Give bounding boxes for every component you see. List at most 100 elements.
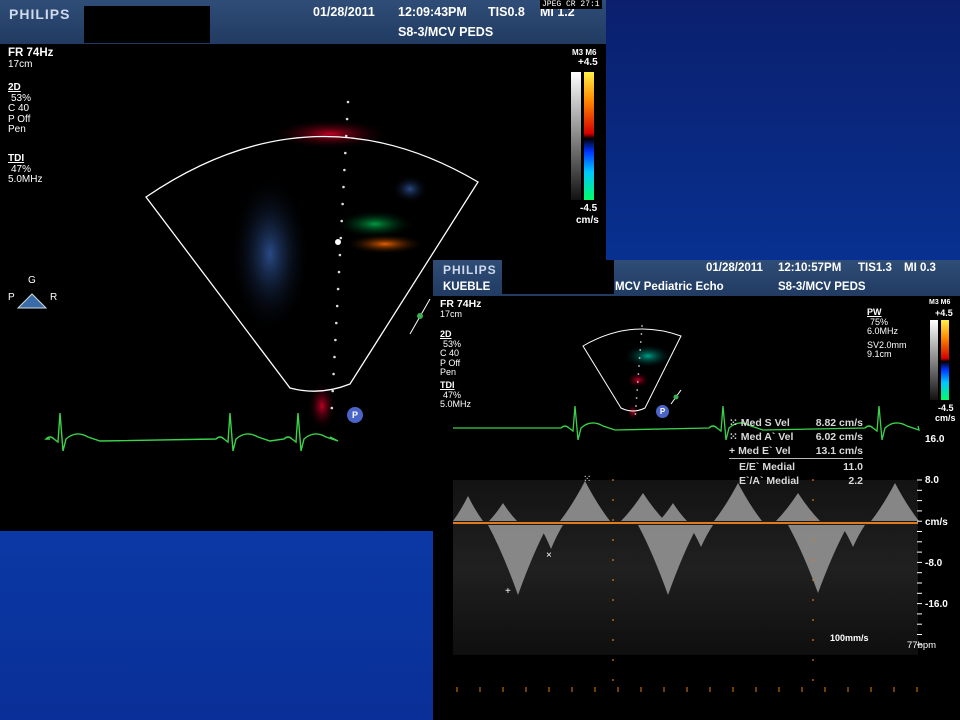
measurement-panel: ⁙ Med S Vel 8.82 cm/s ⁙ Med A` Vel 6.02 …	[729, 417, 863, 489]
depth-dot	[346, 100, 350, 104]
mini-depth-markers	[634, 325, 643, 415]
exam-time: 12:10:57PM	[778, 262, 842, 274]
scale-label-unit: cm/s	[925, 517, 948, 528]
echo-window-doppler: PHILIPS 01/28/2011 12:10:57PM TIS1.3 MI …	[433, 260, 960, 720]
measurement-marker: ⁙	[729, 417, 738, 429]
depth-dot	[332, 372, 335, 376]
measurement-value: 6.02 cm/s	[815, 431, 863, 443]
cursor-dot	[812, 679, 814, 681]
depth-dot	[344, 134, 348, 138]
p-marker: P	[347, 407, 363, 423]
measurement-row: ⁙ Med S Vel 8.82 cm/s	[729, 417, 863, 431]
sector-outline	[145, 135, 479, 392]
tissue-doppler-blue	[230, 174, 310, 334]
cursor-dot	[812, 559, 814, 561]
depth-dot	[335, 304, 339, 308]
measurement-value: 13.1 cm/s	[815, 445, 863, 457]
measurement-label: E/E` Medial	[739, 461, 796, 473]
cursor-dot	[612, 599, 614, 601]
cursor-dot	[812, 599, 814, 601]
cursor-dot	[812, 499, 814, 501]
depth-dot	[639, 341, 642, 343]
depth-dot	[337, 270, 341, 274]
cursor-dot	[812, 639, 814, 641]
measurement-row: E`/A` Medial 2.2	[729, 475, 863, 489]
cursor-dot	[612, 679, 614, 681]
scale-label-neg8: -8.0	[925, 558, 943, 569]
depth-dot	[640, 333, 643, 335]
cursor-dot	[812, 519, 814, 521]
cursor-dot	[612, 479, 614, 481]
depth-dot	[331, 389, 335, 393]
cursor-dot	[612, 619, 614, 621]
doppler-display: ⁙ × +	[453, 325, 922, 692]
depth-dot	[330, 406, 334, 410]
depth-dot	[638, 365, 640, 367]
jpeg-compression-tag: JPEG CR 27:1	[540, 0, 602, 9]
e-vel-marker: +	[505, 586, 511, 597]
tis-value: TIS0.8	[488, 5, 525, 19]
depth-dot	[636, 381, 639, 383]
probe-preset: S8-3/MCV PEDS	[398, 25, 494, 39]
tis-value: TIS1.3	[858, 262, 892, 274]
measurement-value: 2.2	[848, 475, 863, 487]
cursor-dot	[612, 639, 614, 641]
depth-dot	[636, 389, 639, 391]
time-ticks	[456, 687, 918, 692]
depth-dot	[341, 202, 344, 206]
depth-dot	[335, 321, 338, 325]
cursor-dot	[612, 539, 614, 541]
brand-logo: PHILIPS	[443, 263, 497, 277]
patient-id-redacted	[502, 260, 614, 294]
depth-dot	[336, 287, 340, 291]
cursor-dot	[612, 579, 614, 581]
depth-dot	[343, 168, 346, 172]
patient-name-redacted	[84, 6, 210, 43]
measurement-marker: +	[729, 445, 736, 457]
caliper-dot	[417, 313, 423, 319]
probe-preset: S8-3/MCV PEDS	[778, 281, 866, 293]
measurement-label: Med A` Vel	[740, 431, 794, 443]
scale-label-8: 8.0	[925, 475, 939, 486]
mini-apex-red	[627, 404, 639, 420]
depth-dot	[637, 373, 640, 375]
depth-dot	[638, 357, 641, 359]
cursor-dot	[612, 559, 614, 561]
tissue-doppler-blue-right	[392, 175, 428, 203]
measurement-row: + Med E` Vel 13.1 cm/s	[729, 445, 863, 459]
study-name: MCV Pediatric Echo	[615, 281, 724, 293]
depth-dot	[342, 185, 345, 189]
cursor-dot	[812, 659, 814, 661]
depth-dot	[345, 117, 349, 121]
measurement-value: 11.0	[843, 461, 863, 473]
mini-caliper-dot	[673, 394, 679, 400]
scale-label-neg16: -16.0	[925, 599, 948, 610]
measurement-row: ⁙ Med A` Vel 6.02 cm/s	[729, 431, 863, 445]
mi-value: MI 0.3	[904, 262, 936, 274]
depth-dot	[344, 151, 347, 155]
depth-dot	[639, 349, 642, 351]
exam-time: 12:09:43PM	[398, 5, 467, 19]
depth-dot	[339, 236, 343, 240]
mini-doppler-cyan	[623, 344, 673, 368]
depth-dot	[635, 405, 637, 407]
exam-date: 01/28/2011	[313, 5, 375, 19]
a-vel-marker: ×	[546, 550, 552, 561]
measurement-row: E/E` Medial 11.0	[729, 461, 863, 475]
cursor-dot	[612, 659, 614, 661]
depth-dot	[634, 413, 637, 415]
ecg-trace	[44, 412, 339, 452]
measurement-marker: ⁙	[729, 431, 738, 443]
mini-sector-outline	[582, 328, 682, 412]
s-vel-marker: ⁙	[583, 474, 591, 485]
tissue-doppler-red-top	[270, 119, 390, 149]
cursor-dot	[812, 619, 814, 621]
cursor-dot	[812, 579, 814, 581]
depth-dot	[334, 338, 337, 342]
cursor-dot	[335, 239, 341, 245]
depth-dot	[338, 253, 342, 257]
sweep-speed: 100mm/s	[830, 633, 869, 643]
p-marker: P	[656, 405, 669, 418]
measurement-label: Med S Vel	[740, 417, 790, 429]
measurement-value: 8.82 cm/s	[815, 417, 863, 429]
